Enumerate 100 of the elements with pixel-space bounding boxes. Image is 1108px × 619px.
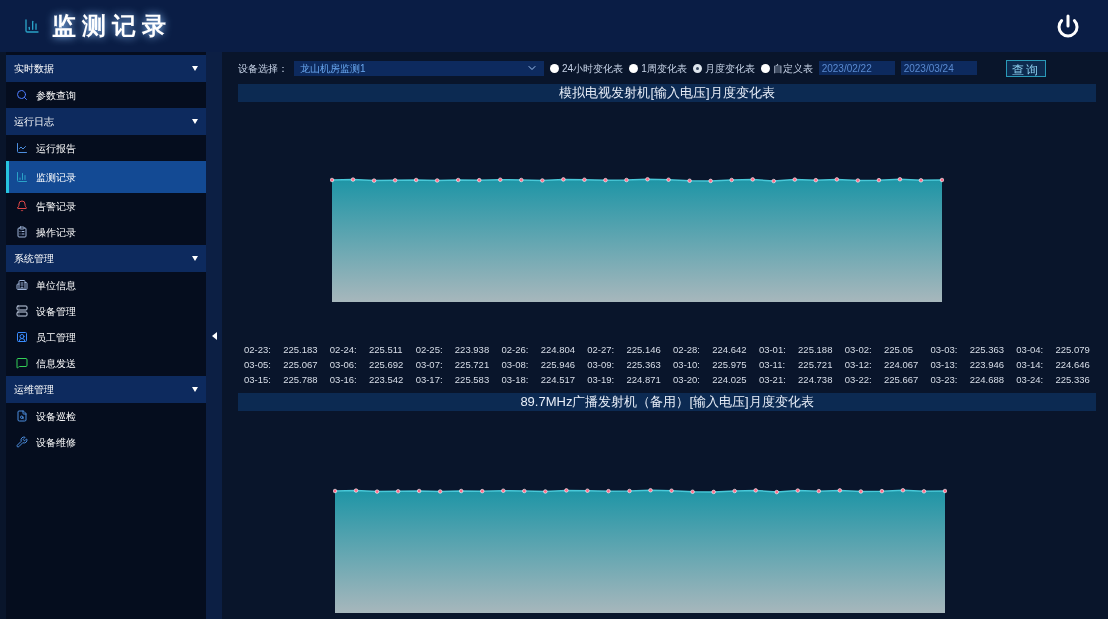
reading-value: 225.692 xyxy=(369,358,404,372)
building-icon xyxy=(16,279,28,291)
sidebar-item[interactable]: 设备巡检 xyxy=(6,403,206,429)
reading-value: 225.067 xyxy=(283,358,318,372)
sidebar-item[interactable]: 员工管理 xyxy=(6,324,206,350)
sidebar-group-header[interactable]: 运维管理 xyxy=(6,376,206,403)
reading-date: 03-13: xyxy=(930,358,958,372)
reading-date: 02-26: xyxy=(501,343,529,357)
reading-value: 224.688 xyxy=(969,373,1005,387)
wrench-icon xyxy=(16,436,28,448)
reading-value: 225.146 xyxy=(626,343,661,357)
sidebar-item[interactable]: 设备维修 xyxy=(6,429,206,455)
collapse-arrow-icon[interactable] xyxy=(211,331,217,340)
device-select[interactable]: 龙山机房监测1 xyxy=(294,60,544,76)
reading-date: 03-05: xyxy=(244,358,271,372)
caret-icon xyxy=(192,256,198,261)
sidebar-item[interactable]: 信息发送 xyxy=(6,350,206,376)
reading-value: 225.188 xyxy=(798,343,833,357)
reading-date: 02-24: xyxy=(329,343,357,357)
reading-value: 223.542 xyxy=(369,373,404,387)
reading-date: 03-19: xyxy=(587,373,615,387)
reading-value: 225.721 xyxy=(798,358,833,372)
sidebar-group-header[interactable]: 系统管理 xyxy=(6,245,206,272)
end-date-field[interactable]: 2023/03/24 xyxy=(900,61,977,75)
reading-value: 225.975 xyxy=(712,358,747,372)
page-title: 监测记录 xyxy=(52,11,172,41)
reading-value: 224.067 xyxy=(883,358,919,372)
sidebar-group-header[interactable]: 实时数据 xyxy=(6,55,206,82)
reading-date: 03-03: xyxy=(930,343,958,357)
sidebar-item[interactable]: 单位信息 xyxy=(6,272,206,298)
range-radio[interactable]: 24小时变化表 xyxy=(550,60,624,76)
reading-date: 03-18: xyxy=(501,373,529,387)
reading-date: 03-15: xyxy=(244,373,271,387)
reading-date: 03-21: xyxy=(758,373,786,387)
reading-value: 225.946 xyxy=(540,358,575,372)
device-label: 设备选择： xyxy=(238,61,288,76)
search-icon xyxy=(16,89,28,101)
reading-value: 224.738 xyxy=(798,373,833,387)
reading-date: 02-23: xyxy=(244,343,271,357)
reading-value: 225.336 xyxy=(1055,373,1090,387)
reading-value: 224.646 xyxy=(1055,358,1090,372)
sidebar-item[interactable]: 告警记录 xyxy=(6,193,206,219)
server-icon xyxy=(16,305,28,317)
reading-date: 03-17: xyxy=(415,373,443,387)
reading-date: 03-06: xyxy=(329,358,357,372)
reading-date: 03-22: xyxy=(844,373,872,387)
query-button[interactable]: 查询 xyxy=(1006,59,1046,77)
reading-value: 225.363 xyxy=(626,358,661,372)
reading-value: 225.363 xyxy=(969,343,1005,357)
reading-value: 225.788 xyxy=(283,373,318,387)
message-icon xyxy=(16,357,28,369)
reading-value: 224.517 xyxy=(540,373,575,387)
reading-value: 224.804 xyxy=(540,343,575,357)
bar-chart-icon xyxy=(16,171,28,183)
sidebar-item[interactable]: 监测记录 xyxy=(6,161,206,193)
reading-date: 03-14: xyxy=(1016,358,1044,372)
reading-date: 03-16: xyxy=(329,373,357,387)
reading-value: 225.183 xyxy=(283,343,318,357)
caret-icon xyxy=(192,387,198,392)
reading-date: 03-10: xyxy=(673,358,700,372)
reading-date: 03-08: xyxy=(501,358,529,372)
caret-icon xyxy=(192,66,198,71)
reading-date: 02-28: xyxy=(673,343,700,357)
file-search-icon xyxy=(16,410,28,422)
sidebar-group-header[interactable]: 运行日志 xyxy=(6,108,206,135)
reading-value: 225.721 xyxy=(454,358,490,372)
reading-value: 224.871 xyxy=(626,373,661,387)
reading-date: 03-12: xyxy=(844,358,872,372)
reading-date: 03-11: xyxy=(758,358,786,372)
bar-chart-icon xyxy=(24,18,40,34)
bell-icon xyxy=(16,200,28,212)
range-radio[interactable]: 月度变化表 xyxy=(692,60,755,76)
reading-date: 03-23: xyxy=(930,373,958,387)
reading-date: 03-04: xyxy=(1016,343,1044,357)
reading-value: 225.05 xyxy=(883,343,914,357)
sidebar-item[interactable]: 运行报告 xyxy=(6,135,206,161)
reading-date: 02-27: xyxy=(587,343,615,357)
reading-date: 03-20: xyxy=(673,373,700,387)
reading-value: 225.079 xyxy=(1055,343,1090,357)
reading-date: 02-25: xyxy=(415,343,443,357)
reading-value: 224.025 xyxy=(712,373,747,387)
reading-date: 03-02: xyxy=(844,343,872,357)
reading-value: 223.946 xyxy=(969,358,1005,372)
sidebar-item[interactable]: 操作记录 xyxy=(6,219,206,245)
line-chart-icon xyxy=(16,142,28,154)
caret-icon xyxy=(192,119,198,124)
reading-value: 225.583 xyxy=(454,373,490,387)
reading-value: 224.642 xyxy=(712,343,747,357)
reading-date: 03-07: xyxy=(415,358,443,372)
sidebar-item[interactable]: 参数查询 xyxy=(6,82,206,108)
chart-title: 89.7MHz广播发射机（备用）[输入电压]月度变化表 xyxy=(238,393,1096,411)
clipboard-icon xyxy=(16,226,28,238)
sidebar-item[interactable]: 设备管理 xyxy=(6,298,206,324)
reading-value: 223.938 xyxy=(454,343,490,357)
range-radio[interactable]: 自定义表 xyxy=(760,60,813,76)
reading-value: 225.511 xyxy=(369,343,404,357)
reading-date: 03-24: xyxy=(1016,373,1044,387)
range-radio[interactable]: 1周变化表 xyxy=(629,60,687,76)
start-date-field[interactable]: 2023/02/22 xyxy=(818,61,895,75)
reading-date: 03-09: xyxy=(587,358,615,372)
